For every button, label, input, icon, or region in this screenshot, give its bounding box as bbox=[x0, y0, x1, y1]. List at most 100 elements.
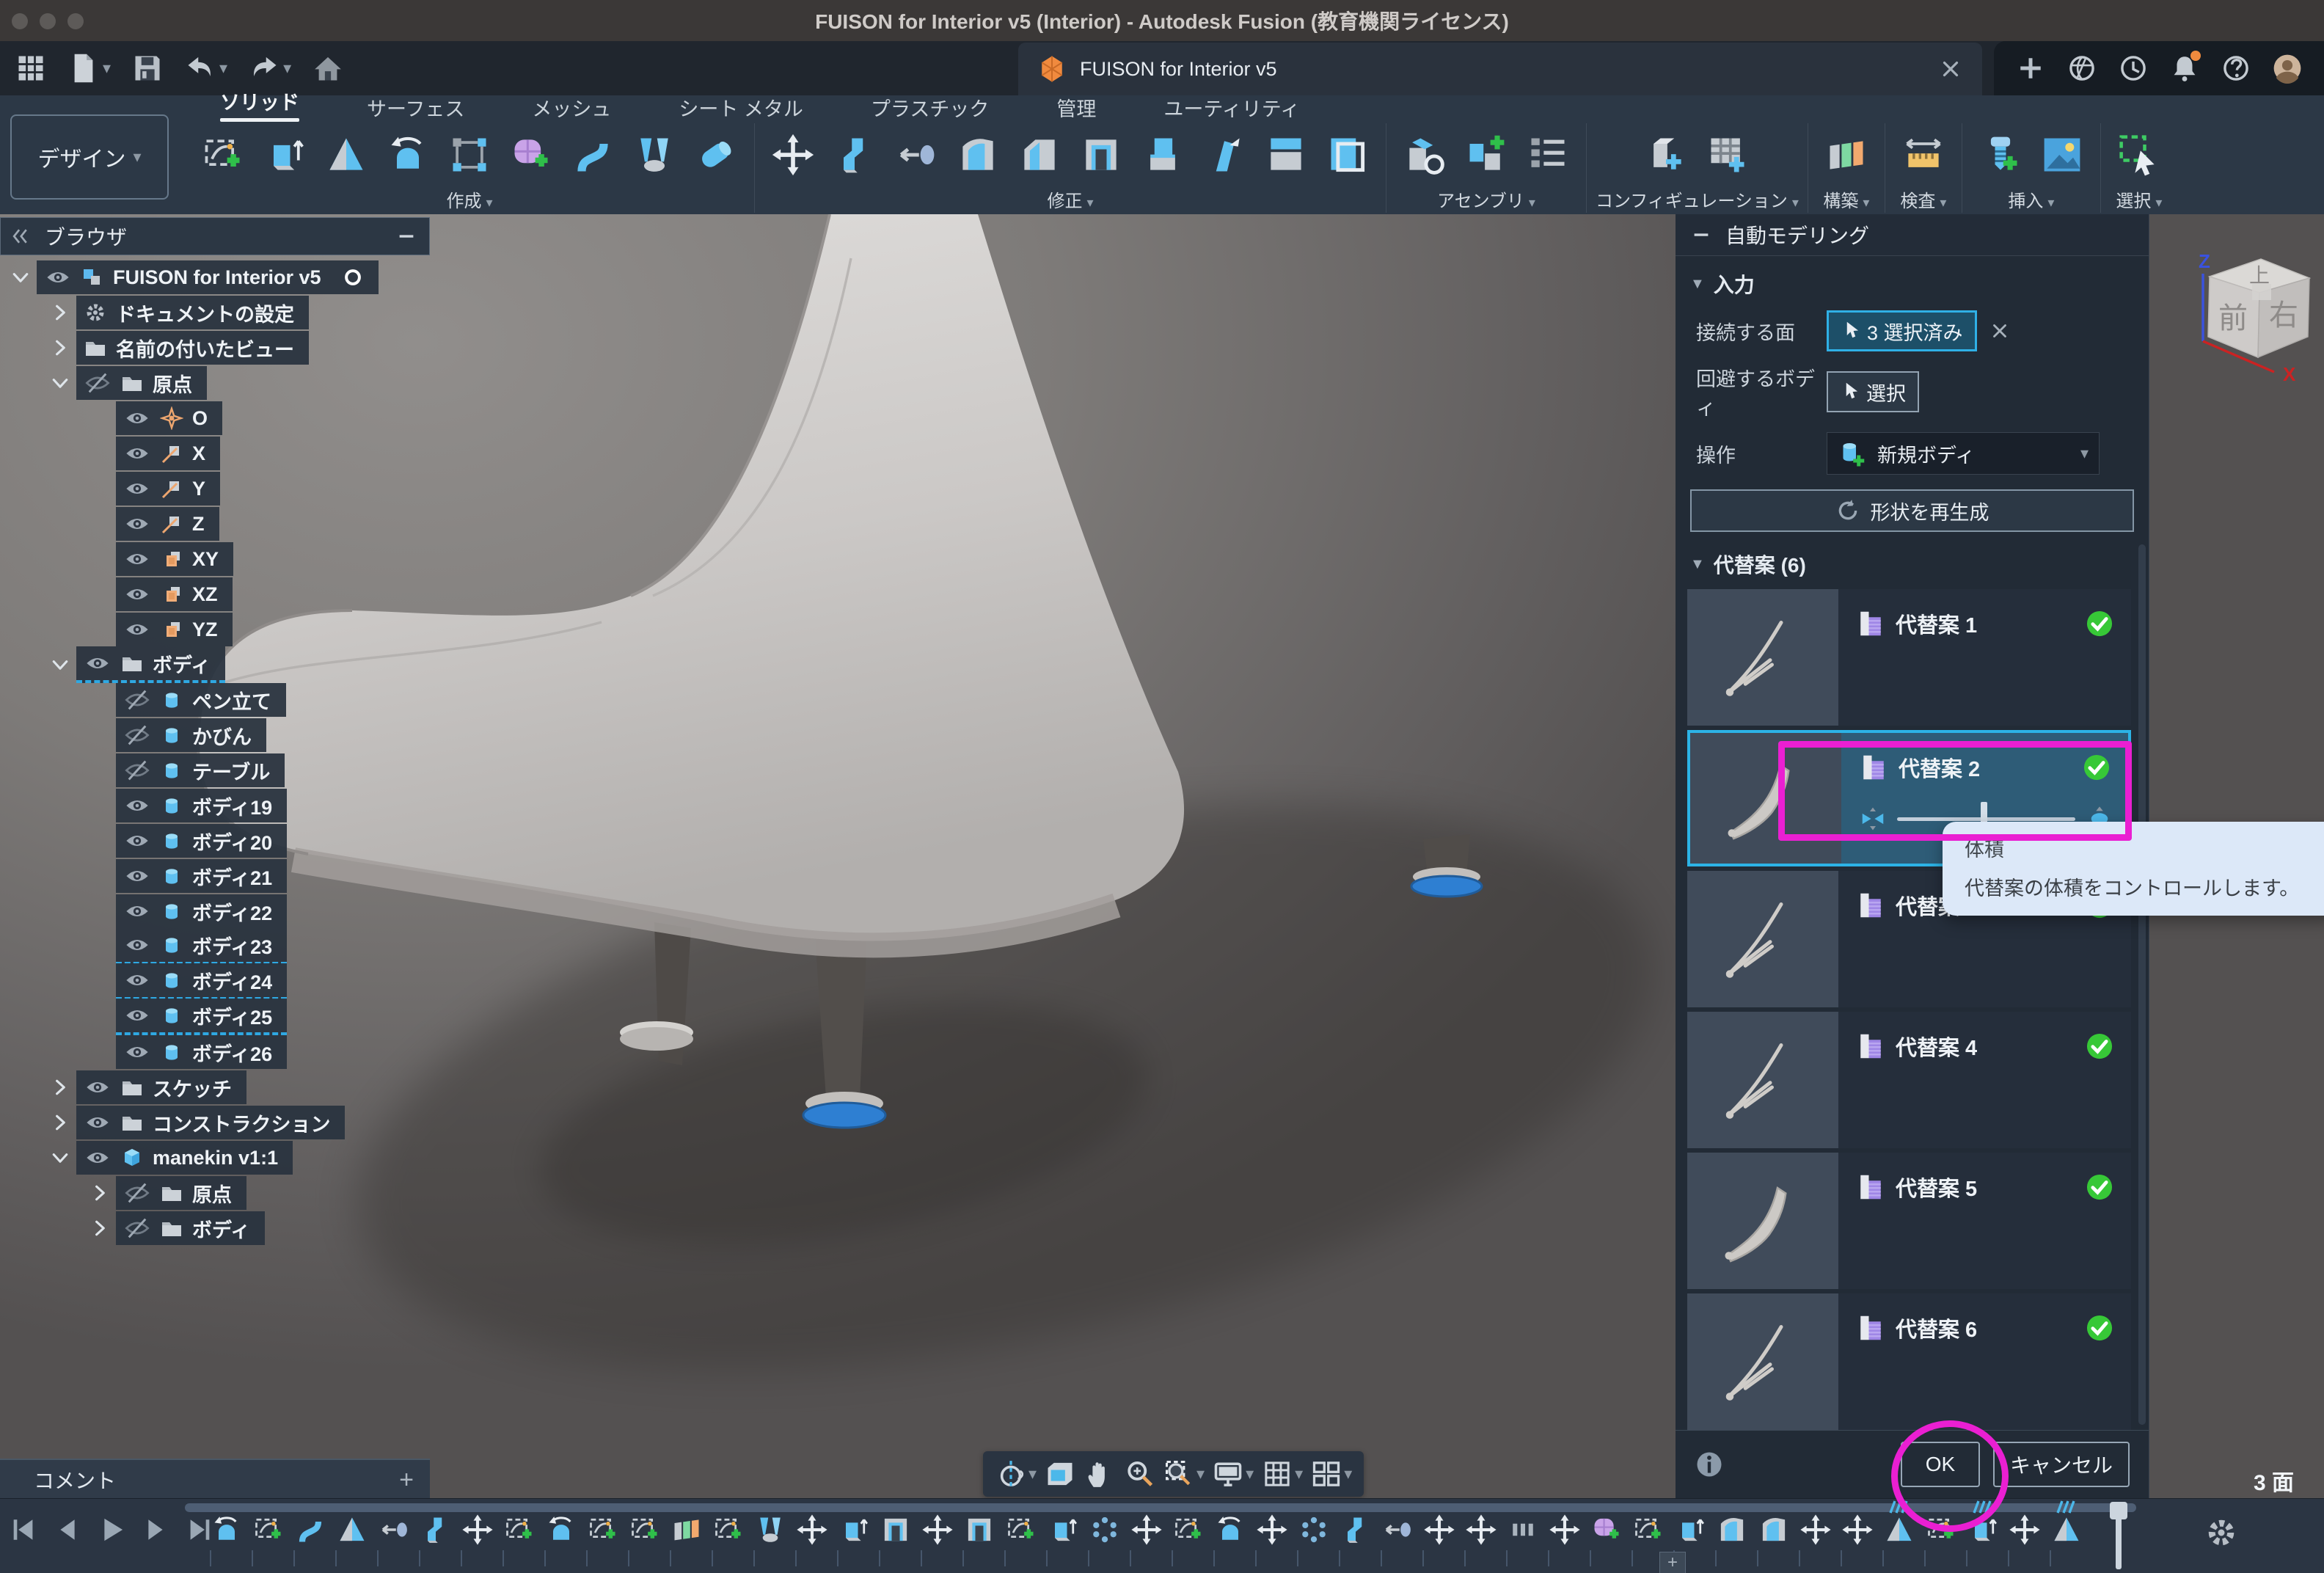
ribbon-group-label[interactable]: アセンブリ▾ bbox=[1437, 186, 1535, 212]
regenerate-shapes-button[interactable]: 形状を再生成 bbox=[1690, 489, 2134, 532]
visibility-eye-icon[interactable] bbox=[123, 828, 151, 854]
joint-icon[interactable] bbox=[1457, 125, 1516, 185]
browser-item[interactable]: ペン立て bbox=[0, 682, 379, 718]
visibility-eye-icon[interactable] bbox=[123, 1180, 151, 1206]
dialog-scrollbar[interactable] bbox=[2138, 544, 2146, 1425]
browser-item[interactable]: ボディ bbox=[0, 647, 379, 682]
ribbon-tab[interactable]: ソリッド bbox=[220, 87, 299, 123]
timeline-feature-create-form[interactable] bbox=[1590, 1512, 1623, 1547]
faces-selection-chip[interactable]: 3 選択済み bbox=[1827, 310, 1977, 351]
expand-chevron-icon[interactable] bbox=[44, 373, 76, 393]
viewcube-front-face[interactable]: 前 bbox=[2218, 302, 2248, 335]
browser-item[interactable]: ボディ26 bbox=[0, 1034, 379, 1070]
timeline-feature-revolve[interactable] bbox=[210, 1512, 243, 1547]
visibility-eye-icon[interactable] bbox=[123, 1215, 151, 1241]
browser-item[interactable]: テーブル bbox=[0, 753, 379, 788]
split-body-icon[interactable] bbox=[1257, 125, 1315, 185]
ribbon-tab[interactable]: 管理 bbox=[1056, 93, 1096, 123]
timeline-feature-press-pull[interactable] bbox=[419, 1512, 452, 1547]
user-avatar-icon[interactable] bbox=[2270, 51, 2305, 86]
expand-chevron-icon[interactable] bbox=[44, 1112, 76, 1133]
timeline-playhead-handle[interactable] bbox=[2110, 1502, 2127, 1519]
timeline-feature-press-pull[interactable] bbox=[1339, 1512, 1372, 1547]
ok-button[interactable]: OK bbox=[1901, 1442, 1980, 1487]
visibility-eye-icon[interactable] bbox=[123, 932, 151, 958]
visibility-eye-icon[interactable] bbox=[123, 475, 151, 502]
visibility-eye-icon[interactable] bbox=[123, 687, 151, 713]
document-tab[interactable]: FUISON for Interior v5 bbox=[1018, 43, 1982, 95]
ribbon-group-label[interactable]: コンフィギュレーション▾ bbox=[1596, 186, 1799, 212]
timeline-feature-move[interactable] bbox=[795, 1512, 828, 1547]
apps-grid-icon[interactable] bbox=[15, 52, 47, 84]
ribbon-group-label[interactable]: 選択▾ bbox=[2116, 186, 2162, 212]
info-icon[interactable] bbox=[1693, 1448, 1725, 1481]
browser-item[interactable]: ボディ22 bbox=[0, 894, 379, 929]
configuration-icon[interactable] bbox=[1637, 125, 1695, 185]
timeline-feature-move[interactable] bbox=[461, 1512, 494, 1547]
expand-chevron-icon[interactable] bbox=[44, 302, 76, 323]
timeline-feature-create-sketch[interactable] bbox=[1631, 1512, 1665, 1547]
visibility-eye-icon[interactable] bbox=[123, 440, 151, 467]
visibility-eye-icon[interactable] bbox=[84, 1145, 112, 1171]
viewcube-top-face[interactable]: 上 bbox=[2249, 264, 2270, 287]
visibility-eye-icon[interactable] bbox=[123, 616, 151, 643]
viewcube-right-face[interactable]: 右 bbox=[2269, 299, 2298, 332]
visibility-eye-icon[interactable] bbox=[84, 650, 112, 676]
ribbon-group-label[interactable]: 構築▾ bbox=[1823, 186, 1869, 212]
create-form-icon[interactable] bbox=[502, 125, 560, 185]
avoid-selection-chip[interactable]: 選択 bbox=[1827, 371, 1919, 412]
visibility-eye-icon[interactable] bbox=[123, 863, 151, 889]
timeline-feature-fillet[interactable] bbox=[1757, 1512, 1790, 1547]
close-tab-icon[interactable] bbox=[1938, 56, 1963, 81]
timeline-feature-circular-pattern[interactable] bbox=[1297, 1512, 1330, 1547]
timeline-feature-offset-face[interactable] bbox=[377, 1512, 410, 1547]
offset-face-icon[interactable] bbox=[887, 125, 946, 185]
timeline-feature-slot-pattern[interactable] bbox=[1506, 1512, 1539, 1547]
browser-item[interactable]: かびん bbox=[0, 718, 379, 753]
home-icon[interactable] bbox=[312, 52, 344, 84]
timeline-feature-move[interactable] bbox=[1255, 1512, 1288, 1547]
minimize-panel-icon[interactable] bbox=[395, 225, 417, 247]
timeline-feature-cone-primitive[interactable] bbox=[335, 1512, 368, 1547]
timeline-feature-extrude[interactable] bbox=[1673, 1512, 1706, 1547]
visibility-eye-icon[interactable] bbox=[84, 370, 112, 396]
revolve-icon[interactable] bbox=[379, 125, 437, 185]
timeline-marker-plus[interactable]: + bbox=[1659, 1552, 1686, 1573]
browser-item[interactable]: XY bbox=[0, 541, 379, 577]
ribbon-tab[interactable]: プラスチック bbox=[871, 93, 989, 123]
browser-item[interactable]: ドキュメントの設定 bbox=[0, 295, 379, 330]
ribbon-tab[interactable]: ユーティリティ bbox=[1163, 93, 1300, 123]
expand-chevron-icon[interactable] bbox=[4, 267, 37, 288]
browser-item[interactable]: FUISON for Interior v5 bbox=[0, 260, 379, 295]
browser-item[interactable]: 原点 bbox=[0, 1175, 379, 1211]
bom-list-icon[interactable] bbox=[1519, 125, 1577, 185]
timeline-feature-shell[interactable] bbox=[962, 1512, 995, 1547]
browser-item[interactable]: 原点 bbox=[0, 365, 379, 401]
window-controls[interactable] bbox=[12, 13, 84, 29]
redo-icon[interactable]: ▾ bbox=[248, 52, 291, 84]
timeline-feature-cone-primitive[interactable] bbox=[2050, 1512, 2083, 1547]
activate-component-radio[interactable] bbox=[342, 266, 364, 288]
alternative-item[interactable]: 代替案 4 bbox=[1687, 1012, 2131, 1148]
construction-plane-icon[interactable] bbox=[1817, 125, 1876, 185]
workspace-switcher-button[interactable]: デザイン ▾ bbox=[10, 114, 169, 200]
visibility-eye-icon[interactable] bbox=[123, 581, 151, 607]
visibility-eye-icon[interactable] bbox=[123, 757, 151, 784]
recent-clock-icon[interactable] bbox=[2116, 51, 2151, 86]
undo-icon[interactable]: ▾ bbox=[184, 52, 227, 84]
browser-item[interactable]: ボディ bbox=[0, 1211, 379, 1246]
chamfer-icon[interactable] bbox=[1010, 125, 1069, 185]
new-component-icon[interactable] bbox=[1395, 125, 1454, 185]
combine-icon[interactable] bbox=[1133, 125, 1192, 185]
browser-item[interactable]: XZ bbox=[0, 577, 379, 612]
timeline-feature-move[interactable] bbox=[1841, 1512, 1874, 1547]
browser-item[interactable]: ボディ19 bbox=[0, 788, 379, 823]
visibility-eye-icon[interactable] bbox=[84, 1109, 112, 1136]
step-back-icon[interactable] bbox=[51, 1514, 84, 1546]
look-at-icon[interactable] bbox=[1044, 1458, 1076, 1490]
visibility-eye-icon[interactable] bbox=[123, 967, 151, 993]
configuration-table-icon[interactable] bbox=[1698, 125, 1757, 185]
notifications-bell-icon[interactable] bbox=[2167, 51, 2202, 86]
browser-item[interactable]: Y bbox=[0, 471, 379, 506]
timeline-feature-move[interactable] bbox=[1799, 1512, 1832, 1547]
